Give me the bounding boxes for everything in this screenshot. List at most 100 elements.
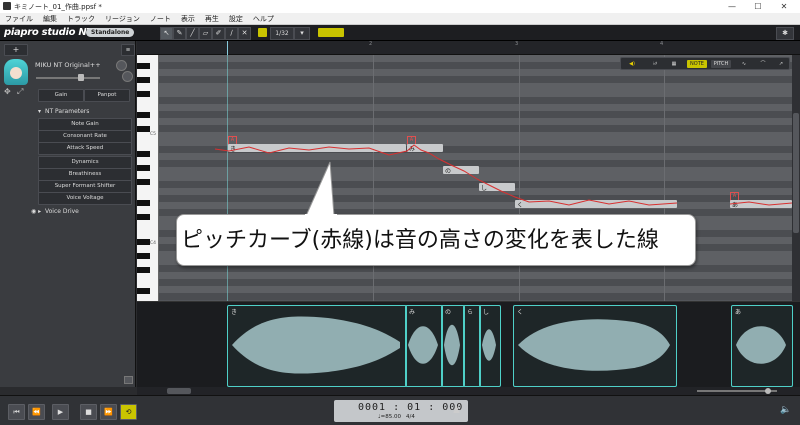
gain-slider-handle[interactable] [78, 74, 84, 81]
black-key[interactable] [137, 200, 150, 206]
maximize-button[interactable]: ☐ [748, 0, 768, 13]
position-display[interactable]: 0001 : 01 : 000 ♩=85.00 4/4 [334, 400, 468, 422]
menu-settings[interactable]: 設定 [224, 13, 248, 25]
black-key[interactable] [137, 112, 150, 118]
curve-icon[interactable]: ⌒ [757, 60, 769, 68]
param-voice-voltage[interactable]: Voice Voltage [38, 192, 132, 205]
wave-label: ら [467, 309, 474, 316]
vibrato-icon[interactable]: ∿ [737, 60, 751, 68]
black-key[interactable] [137, 165, 150, 171]
menu-track[interactable]: トラック [62, 13, 100, 25]
brush-icon[interactable]: ✐ [212, 27, 225, 40]
menu-edit[interactable]: 編集 [38, 13, 62, 25]
pointer-icon[interactable]: ↖ [160, 27, 173, 40]
play-icon[interactable]: ▶ [52, 404, 69, 420]
gear-icon[interactable]: ✱ [776, 27, 794, 40]
window-title: キミノート_01_作曲.ppsf * [14, 3, 102, 11]
chevron-down-icon[interactable]: ▾ [38, 108, 41, 115]
pitch-mode-button[interactable]: PITCH [711, 60, 731, 68]
expand-icon[interactable]: ⤢ [17, 88, 25, 96]
line-icon[interactable]: ╱ [186, 27, 199, 40]
ruler-mark: 3 [515, 41, 519, 47]
knife-icon[interactable]: ∕ [225, 27, 238, 40]
volume-icon[interactable]: 🔈 [780, 405, 791, 415]
singer-name[interactable]: MIKU NT Original++ [35, 61, 101, 69]
rewind-start-icon[interactable]: ⏮ [8, 404, 25, 420]
menu-note[interactable]: ノート [145, 13, 176, 25]
gain-slider-track[interactable] [36, 77, 100, 79]
menu-play[interactable]: 再生 [200, 13, 224, 25]
gain-button[interactable]: Gain [38, 89, 84, 102]
close-button[interactable]: ✕ [774, 0, 794, 13]
piano-label: C5 [150, 132, 157, 137]
black-key[interactable] [137, 77, 150, 83]
voice-drive-heading[interactable]: Voice Drive [45, 208, 79, 215]
black-key[interactable] [137, 239, 150, 245]
snap-toggle[interactable] [258, 28, 267, 37]
black-key[interactable] [137, 91, 150, 97]
timeline-ruler[interactable]: 2 3 4 [137, 41, 800, 55]
settings-icon[interactable]: ✥ [4, 88, 12, 96]
vertical-scroll-thumb[interactable] [793, 113, 799, 233]
menu-file[interactable]: ファイル [0, 13, 38, 25]
tempo-readout[interactable]: ♩=85.00 [378, 414, 401, 420]
minimize-button[interactable]: — [722, 0, 742, 13]
ruler-mark: 2 [369, 41, 373, 47]
pencil-icon[interactable]: ✎ [173, 27, 186, 40]
panel-menu-icon[interactable]: ≡ [121, 44, 135, 56]
rewind-icon[interactable]: ⏪ [28, 404, 45, 420]
playhead-marker[interactable] [227, 41, 228, 55]
scale-icon[interactable]: ♭♯ [647, 60, 663, 68]
metronome-icon[interactable]: ♟ [452, 405, 461, 416]
black-key[interactable] [137, 214, 150, 220]
wave-label: の [445, 309, 452, 316]
volume-knob[interactable] [122, 71, 133, 82]
black-key[interactable] [137, 126, 150, 132]
arc-icon[interactable]: ↗ [775, 60, 787, 68]
loop-icon[interactable]: ⟲ [120, 404, 137, 420]
black-key[interactable] [137, 267, 150, 273]
pan-knob[interactable] [116, 60, 127, 71]
voice-drive-toggle-icon[interactable]: ◉ ▸ [31, 208, 41, 215]
quantize-select[interactable]: 1/32 [270, 27, 294, 40]
singer-avatar [4, 59, 28, 85]
menu-help[interactable]: ヘルプ [248, 13, 279, 25]
callout-text: ピッチカーブ(赤線)は音の高さの変化を表した線 [181, 228, 659, 253]
timesig-readout[interactable]: 4/4 [406, 414, 415, 420]
wave-segment[interactable]: し [479, 305, 501, 387]
black-key[interactable] [137, 253, 150, 259]
wave-segment[interactable]: み [405, 305, 443, 387]
vertical-scrollbar[interactable] [792, 55, 800, 301]
wave-segment[interactable]: あ [731, 305, 793, 387]
menu-region[interactable]: リージョン [100, 13, 145, 25]
wave-segment[interactable]: の [441, 305, 465, 387]
black-key[interactable] [137, 288, 150, 294]
horizontal-scrollbar[interactable] [137, 387, 800, 395]
zoom-slider-handle[interactable] [765, 388, 771, 394]
black-key[interactable] [137, 179, 150, 185]
black-key[interactable] [137, 63, 150, 69]
fast-forward-icon[interactable]: ⏩ [100, 404, 117, 420]
x-icon[interactable]: ✕ [238, 27, 251, 40]
piano-keyboard[interactable]: C5 C4 [137, 55, 159, 301]
eraser-icon[interactable]: ▱ [199, 27, 212, 40]
mode-indicator[interactable] [318, 28, 344, 37]
wave-segment[interactable]: き [227, 305, 407, 387]
panpot-button[interactable]: Panpot [84, 89, 130, 102]
waveform-view[interactable]: き み の ら し く あ [137, 301, 800, 387]
menu-view[interactable]: 表示 [176, 13, 200, 25]
grid-icon[interactable]: ▦ [669, 60, 679, 68]
stop-icon[interactable]: ■ [80, 404, 97, 420]
quantize-type-icon[interactable]: ▾ [294, 27, 310, 40]
wave-label: き [231, 309, 238, 316]
black-key[interactable] [137, 151, 150, 157]
panel-resize-icon[interactable] [124, 376, 133, 384]
add-button[interactable]: + [4, 44, 28, 56]
wave-segment[interactable]: く [513, 305, 677, 387]
wave-label: み [409, 309, 416, 316]
speaker-icon[interactable]: ◀) [627, 60, 637, 68]
nt-parameters-heading[interactable]: NT Parameters [45, 108, 89, 115]
param-attack-speed[interactable]: Attack Speed [38, 142, 132, 155]
note-mode-button[interactable]: NOTE [687, 60, 707, 68]
horizontal-scroll-thumb[interactable] [167, 388, 191, 394]
